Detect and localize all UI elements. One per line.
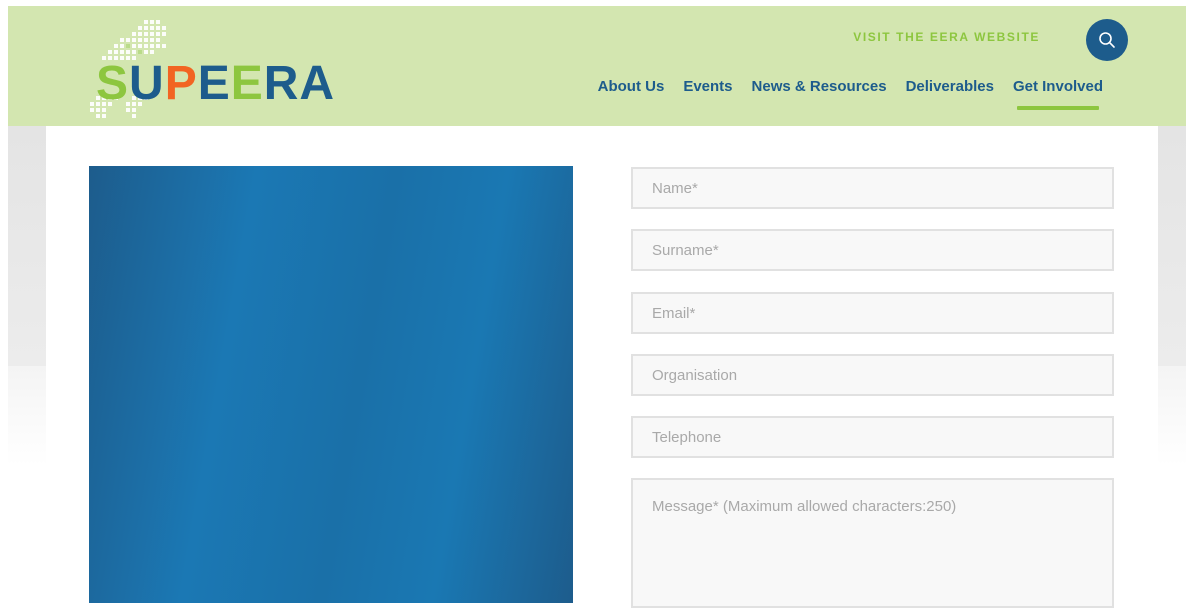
name-field[interactable]: [631, 167, 1114, 209]
surname-field[interactable]: [631, 229, 1114, 271]
nav-item-deliverables[interactable]: Deliverables: [906, 78, 994, 95]
nav-item-get-involved[interactable]: Get Involved: [1013, 78, 1103, 110]
logo-wordmark: SUPEERA: [96, 60, 335, 108]
nav-item-about-us[interactable]: About Us: [598, 78, 665, 95]
logo-letter: E: [197, 57, 231, 110]
visit-eera-link[interactable]: VISIT THE EERA WEBSITE: [853, 30, 1040, 44]
logo-letter: U: [129, 57, 165, 110]
hero-image-panel: [89, 166, 573, 603]
logo-letter: R: [263, 57, 300, 110]
supeera-logo[interactable]: SUPEERA: [86, 14, 334, 124]
logo-letter: A: [299, 57, 336, 110]
search-button[interactable]: [1086, 19, 1128, 61]
telephone-field[interactable]: [631, 416, 1114, 458]
email-field[interactable]: [631, 292, 1114, 334]
logo-letter: P: [164, 57, 198, 110]
search-icon: [1099, 32, 1115, 48]
main-nav: About Us Events News & Resources Deliver…: [598, 78, 1103, 110]
logo-letter: E: [230, 57, 264, 110]
message-field[interactable]: [631, 478, 1114, 608]
nav-item-events[interactable]: Events: [683, 78, 732, 95]
logo-letter: S: [96, 57, 130, 110]
nav-item-news-resources[interactable]: News & Resources: [752, 78, 887, 95]
site-header: SUPEERA VISIT THE EERA WEBSITE About Us …: [8, 6, 1186, 126]
organisation-field[interactable]: [631, 354, 1114, 396]
